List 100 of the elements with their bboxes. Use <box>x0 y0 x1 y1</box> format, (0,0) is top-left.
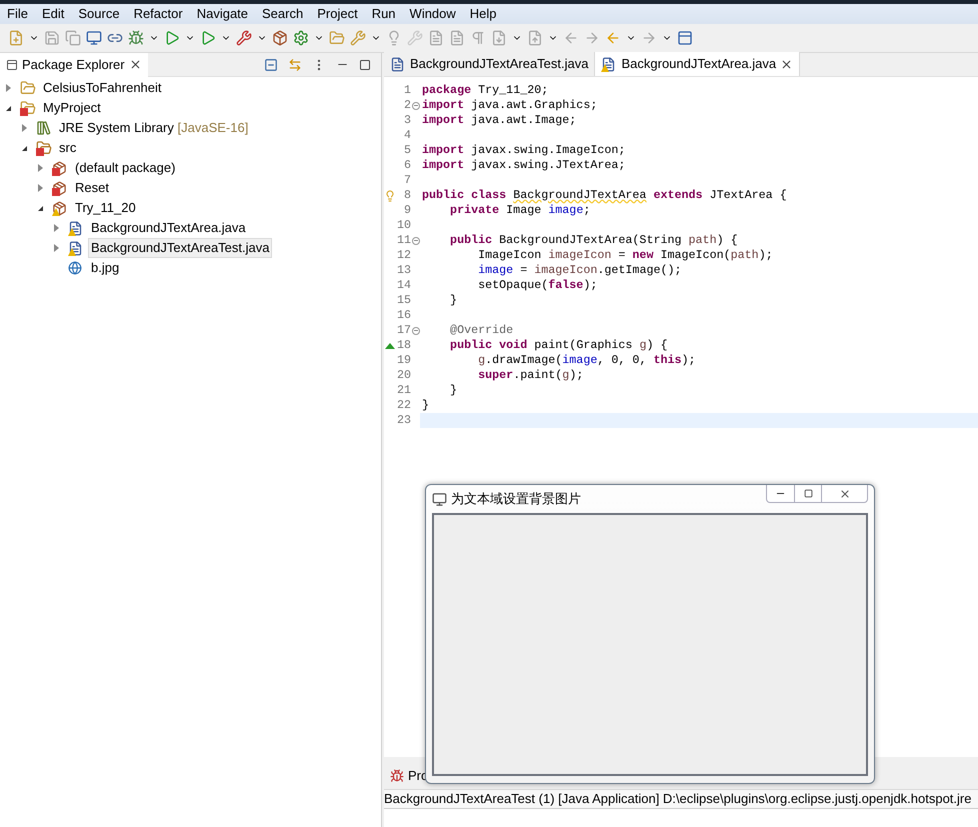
code-line: setOpaque(false); <box>477 278 598 292</box>
new-file-icon[interactable] <box>8 30 24 46</box>
code-line: import javax.swing.JTextArea; <box>422 158 626 172</box>
code-line: private Image image; <box>449 203 590 217</box>
tree-item[interactable]: MyProject <box>40 98 104 118</box>
tree-item[interactable]: BackgroundJTextAreaTest.java <box>88 238 272 258</box>
previous-annotation-icon[interactable] <box>527 30 543 46</box>
problems-icon <box>390 769 404 783</box>
tree-item[interactable]: Try_11_20 <box>72 198 139 218</box>
save-icon[interactable] <box>44 30 60 46</box>
line-number: 8 <box>404 186 411 204</box>
tree-item[interactable]: (default package) <box>72 158 178 178</box>
page-icon[interactable] <box>449 30 465 46</box>
tree-item[interactable]: src <box>56 138 80 158</box>
collapsed-triangle-icon[interactable] <box>54 224 59 232</box>
java-app-icon <box>432 492 447 506</box>
run-icon[interactable] <box>164 30 180 46</box>
maximize-icon <box>804 489 812 498</box>
fold-icon[interactable] <box>412 326 420 334</box>
code-line: ImageIcon imageIcon = new ImageIcon(path); <box>477 248 773 262</box>
tree-item[interactable]: Reset <box>72 178 112 198</box>
expanded-triangle-icon[interactable] <box>22 146 27 150</box>
collapsed-triangle-icon[interactable] <box>22 124 27 132</box>
code-line: public class BackgroundJTextArea extends JTextArea { <box>422 188 787 202</box>
code-line: } <box>449 293 458 307</box>
line-number: 10 <box>396 216 411 234</box>
maximize-icon[interactable] <box>359 58 371 70</box>
external-tools-icon[interactable] <box>236 30 252 46</box>
line-number: 22 <box>396 396 411 414</box>
code-line: import java.awt.Graphics; <box>422 98 598 112</box>
tree-item[interactable]: CelsiusToFahrenheit <box>40 78 165 98</box>
editor-tab[interactable]: BackgroundJTextAreaTest.java <box>384 52 596 76</box>
fold-icon[interactable] <box>412 102 420 110</box>
menu-item[interactable]: Window <box>402 4 463 24</box>
code-line: public BackgroundJTextArea(String path) { <box>449 233 738 247</box>
menu-item[interactable]: File <box>0 4 35 24</box>
perspective-icon[interactable] <box>677 30 693 46</box>
document-icon[interactable] <box>428 30 444 46</box>
menu-item[interactable]: Source <box>71 4 127 24</box>
monitor-icon[interactable] <box>86 30 102 46</box>
code-line: package Try_11_20; <box>422 83 548 97</box>
tree-item[interactable]: JRE System Library [JavaSE-16] <box>56 118 252 138</box>
menu-item[interactable]: Run <box>364 4 403 24</box>
text-area[interactable] <box>432 513 868 776</box>
collapsed-triangle-icon[interactable] <box>54 244 59 252</box>
collapsed-triangle-icon[interactable] <box>6 84 11 92</box>
tree-view-icon <box>6 58 18 70</box>
expanded-triangle-icon[interactable] <box>6 106 11 110</box>
line-number: 12 <box>396 246 411 264</box>
new-package-icon[interactable] <box>272 30 288 46</box>
editor-tab[interactable]: BackgroundJTextArea.java <box>595 52 800 76</box>
java-file-icon <box>68 240 83 256</box>
menu-item[interactable]: Navigate <box>190 4 256 24</box>
pilcrow-icon[interactable] <box>470 30 486 46</box>
link-editor-icon[interactable] <box>288 58 302 72</box>
line-number: 20 <box>396 366 411 384</box>
window-title: 为文本域设置背景图片 <box>451 490 581 508</box>
menu-item[interactable]: Project <box>310 4 365 24</box>
code-line: @Override <box>449 323 514 337</box>
code-line: image = imageIcon.getImage(); <box>477 263 682 277</box>
expanded-triangle-icon[interactable] <box>38 206 43 210</box>
tree-item[interactable]: BackgroundJTextArea.java <box>88 218 249 238</box>
code-line: g.drawImage(image, 0, 0, this); <box>477 353 696 367</box>
source-folder-icon <box>36 140 52 156</box>
collapsed-triangle-icon[interactable] <box>38 164 43 172</box>
menu-item[interactable]: Edit <box>34 4 72 24</box>
warning-bulb-icon[interactable] <box>384 190 396 202</box>
globe-icon <box>68 261 82 275</box>
line-number: 15 <box>396 292 411 309</box>
code-line: } <box>422 398 430 412</box>
close-icon[interactable] <box>780 58 794 70</box>
forward-edit-icon[interactable] <box>584 30 600 46</box>
line-number: 2 <box>404 96 411 114</box>
code-line: super.paint(g); <box>477 368 584 382</box>
package-explorer-tab[interactable]: Package Explorer <box>0 52 148 76</box>
java-file-icon <box>601 56 616 72</box>
next-annotation-icon[interactable] <box>491 30 507 46</box>
collapse-all-icon[interactable] <box>264 58 278 72</box>
line-number: 19 <box>396 352 411 369</box>
bug-icon[interactable] <box>128 30 144 46</box>
java-file-icon <box>68 220 83 236</box>
save-all-icon[interactable] <box>65 30 81 46</box>
console-description: BackgroundJTextAreaTest (1) [Java Application] D:\eclipse\plugins\org.eclipse.justj.openjdk.hotspot.jre <box>384 790 978 809</box>
back-edit-icon[interactable] <box>563 30 579 46</box>
menu-item[interactable]: Help <box>462 4 504 24</box>
line-number: 21 <box>396 382 411 399</box>
tree-item[interactable]: b.jpg <box>88 258 122 278</box>
menu-item[interactable]: Refactor <box>126 4 190 24</box>
open-folder-icon[interactable] <box>329 30 345 46</box>
line-number: 5 <box>404 142 411 159</box>
line-number: 1 <box>404 82 411 99</box>
menu-item[interactable]: Search <box>255 4 310 24</box>
collapsed-triangle-icon[interactable] <box>38 184 43 192</box>
line-number: 6 <box>404 156 411 174</box>
java-file-icon <box>390 56 405 72</box>
line-number: 18 <box>396 336 411 354</box>
close-icon[interactable] <box>128 58 142 71</box>
line-number: 17 <box>396 322 411 339</box>
line-number: 16 <box>396 306 411 324</box>
fold-icon[interactable] <box>412 236 420 244</box>
